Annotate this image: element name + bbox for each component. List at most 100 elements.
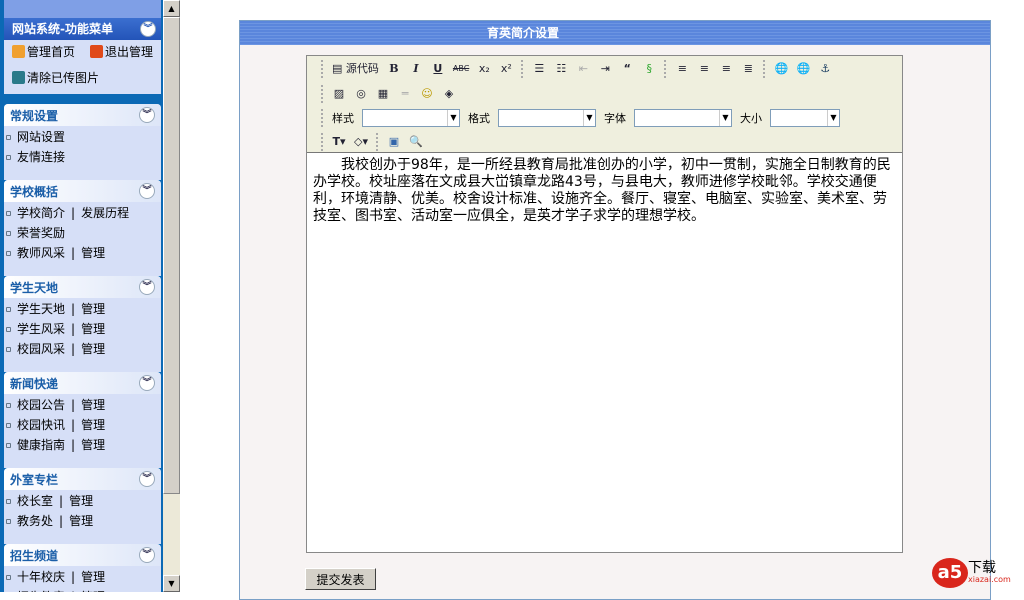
format-select[interactable]: ▼ — [498, 109, 596, 127]
size-label: 大小 — [740, 112, 762, 125]
menu-link[interactable]: 管理 — [81, 342, 105, 356]
logout-label: 退出管理 — [105, 45, 154, 59]
menu-section-header[interactable]: 常规设置 ︾ — [4, 104, 161, 126]
menu-link[interactable]: 发展历程 — [81, 206, 129, 220]
collapse-icon[interactable]: ︾ — [140, 21, 156, 37]
menu-link[interactable]: 管理 — [81, 302, 105, 316]
collapse-icon[interactable]: ︾ — [139, 183, 155, 199]
menu-section: 学生天地 ︾ 学生天地 | 管理 学生风采 | 管理 校园风采 | 管理 — [4, 276, 161, 372]
indent-button[interactable]: ⇥ — [598, 61, 612, 77]
panel-title: 育英简介设置 — [240, 21, 990, 45]
menu-section-header[interactable]: 学校概括 ︾ — [4, 180, 161, 202]
menu-link[interactable]: 校园快讯 — [17, 418, 65, 432]
anchor-icon[interactable]: ⚓ — [818, 61, 832, 77]
ordered-list-button[interactable]: ☰ — [532, 61, 546, 77]
menu-link[interactable]: 管理 — [69, 514, 93, 528]
bullet-icon — [6, 423, 11, 428]
menu-link[interactable]: 教师风采 — [17, 246, 65, 260]
sidebar-scrollbar[interactable]: ▲ ▼ — [163, 0, 180, 592]
admin-home-link[interactable]: 管理首页 — [12, 43, 75, 60]
align-right-button[interactable]: ≡ — [719, 61, 733, 77]
scrollbar-thumb[interactable] — [163, 17, 180, 494]
menu-section-header[interactable]: 新闻快递 ︾ — [4, 372, 161, 394]
menu-link[interactable]: 十年校庆 — [17, 570, 65, 584]
menu-section-title: 外室专栏 — [10, 473, 59, 487]
bullet-icon — [6, 443, 11, 448]
menu-item: 学生风采 | 管理 — [4, 320, 161, 340]
settings-panel: 育英简介设置 ▤ 源代码 B I U ABC x₂ x² ☰ ☷ ⇤ ⇥ “ §… — [239, 20, 991, 600]
bg-color-icon[interactable]: ◇▾ — [354, 134, 368, 150]
maximize-icon[interactable]: ▣ — [387, 134, 401, 150]
special-char-icon[interactable]: ◈ — [442, 86, 456, 102]
editor-toolbar: ▤ 源代码 B I U ABC x₂ x² ☰ ☷ ⇤ ⇥ “ § ≡ ≡ ≡ … — [307, 56, 902, 153]
menu-item: 网站设置 — [4, 128, 161, 148]
clear-images-link[interactable]: 清除已传图片 — [12, 69, 99, 86]
menu-link[interactable]: 管理 — [69, 494, 93, 508]
image-icon[interactable]: ▨ — [332, 86, 346, 102]
menu-link[interactable]: 教务处 — [17, 514, 53, 528]
table-icon[interactable]: ▦ — [376, 86, 390, 102]
align-left-button[interactable]: ≡ — [675, 61, 689, 77]
blockquote-button[interactable]: “ — [620, 61, 634, 77]
menu-section-header[interactable]: 外室专栏 ︾ — [4, 468, 161, 490]
menu-link[interactable]: 健康指南 — [17, 438, 65, 452]
menu-item: 校园快讯 | 管理 — [4, 416, 161, 436]
menu-link[interactable]: 学生风采 — [17, 322, 65, 336]
flash-icon[interactable]: ◎ — [354, 86, 368, 102]
menu-link[interactable]: 管理 — [81, 570, 105, 584]
source-button[interactable]: ▤ 源代码 — [332, 61, 379, 77]
style-select[interactable]: ▼ — [362, 109, 460, 127]
menu-link[interactable]: 管理 — [81, 322, 105, 336]
collapse-icon[interactable]: ︾ — [139, 279, 155, 295]
editor-content[interactable]: 我校创办于98年，是一所经县教育局批准创办的小学，初中一贯制，实施全日制教育的民… — [307, 153, 902, 552]
menu-link[interactable]: 学校简介 — [17, 206, 65, 220]
superscript-button[interactable]: x² — [499, 61, 513, 77]
menu-item: 校长室 | 管理 — [4, 492, 161, 512]
subscript-button[interactable]: x₂ — [477, 61, 491, 77]
collapse-icon[interactable]: ︾ — [139, 547, 155, 563]
font-select[interactable]: ▼ — [634, 109, 732, 127]
menu-section-title: 学生天地 — [10, 281, 59, 295]
link-icon[interactable]: 🌐 — [774, 61, 788, 77]
menu-section-header[interactable]: 学生天地 ︾ — [4, 276, 161, 298]
bullet-icon — [6, 499, 11, 504]
menu-link[interactable]: 管理 — [81, 246, 105, 260]
outdent-button[interactable]: ⇤ — [576, 61, 590, 77]
scroll-up-button[interactable]: ▲ — [163, 0, 180, 17]
scroll-down-button[interactable]: ▼ — [163, 575, 180, 592]
collapse-icon[interactable]: ︾ — [139, 375, 155, 391]
bold-button[interactable]: B — [387, 61, 401, 77]
menu-link[interactable]: 网站设置 — [17, 130, 65, 144]
menu-link[interactable]: 管理 — [81, 398, 105, 412]
justify-button[interactable]: ≣ — [741, 61, 755, 77]
collapse-icon[interactable]: ︾ — [139, 107, 155, 123]
menu-link[interactable]: 荣誉奖励 — [17, 226, 65, 240]
text-color-icon[interactable]: T▾ — [332, 134, 346, 150]
smiley-icon[interactable]: ☺ — [420, 86, 434, 102]
align-center-button[interactable]: ≡ — [697, 61, 711, 77]
collapse-icon[interactable]: ︾ — [139, 471, 155, 487]
unordered-list-button[interactable]: ☷ — [554, 61, 568, 77]
submit-button[interactable]: 提交发表 — [305, 568, 376, 590]
underline-button[interactable]: U — [431, 61, 445, 77]
menu-link[interactable]: 学生天地 — [17, 302, 65, 316]
unlink-icon[interactable]: 🌐 — [796, 61, 810, 77]
menu-link[interactable]: 校园风采 — [17, 342, 65, 356]
menu-link[interactable]: 校园公告 — [17, 398, 65, 412]
bullet-icon — [6, 231, 11, 236]
main-menu-header[interactable]: 网站系统-功能菜单 ︾ — [4, 18, 161, 40]
div-button[interactable]: § — [642, 61, 656, 77]
bullet-icon — [6, 307, 11, 312]
logout-link[interactable]: 退出管理 — [90, 43, 153, 60]
menu-link[interactable]: 管理 — [81, 438, 105, 452]
size-select[interactable]: ▼ — [770, 109, 840, 127]
horizontal-rule-icon[interactable]: ═ — [398, 86, 412, 102]
menu-link[interactable]: 校长室 — [17, 494, 53, 508]
menu-section-header[interactable]: 招生频道 ︾ — [4, 544, 161, 566]
menu-link[interactable]: 管理 — [81, 418, 105, 432]
italic-button[interactable]: I — [409, 61, 423, 77]
menu-item: 教务处 | 管理 — [4, 512, 161, 532]
strikethrough-button[interactable]: ABC — [453, 61, 469, 77]
menu-link[interactable]: 友情连接 — [17, 150, 65, 164]
preview-icon[interactable]: 🔍 — [409, 134, 423, 150]
